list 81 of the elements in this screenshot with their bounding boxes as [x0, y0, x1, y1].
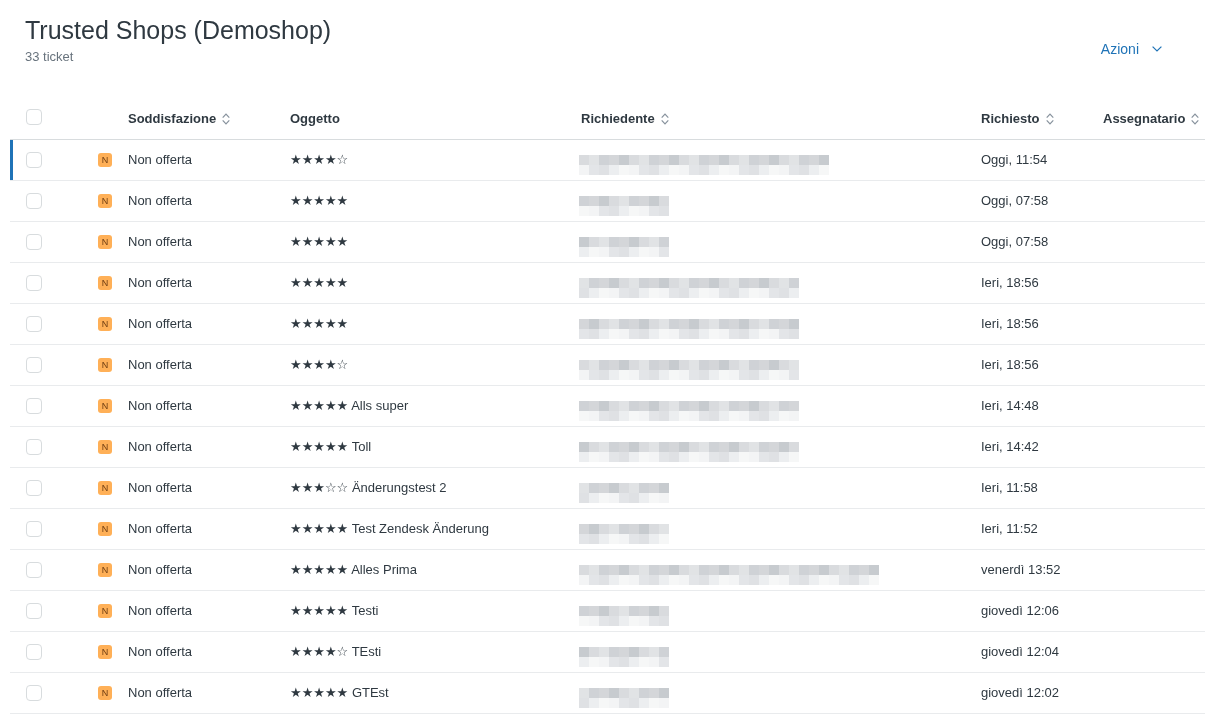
- view-title: Trusted Shops (Demoshop): [25, 15, 332, 46]
- status-badge: N: [98, 563, 112, 577]
- ticket-subject[interactable]: ★★★★★: [290, 275, 349, 290]
- checkbox[interactable]: [26, 316, 42, 332]
- column-header[interactable]: Soddisfazione: [128, 109, 231, 128]
- satisfaction-text: Non offerta: [128, 193, 193, 208]
- ticket-subject[interactable]: ★★★★★: [290, 316, 349, 331]
- satisfaction-text: Non offerta: [128, 521, 193, 536]
- satisfaction-text: Non offerta: [128, 439, 193, 454]
- satisfaction-text: Non offerta: [128, 275, 193, 290]
- requested-time: Ieri, 18:56: [981, 316, 1039, 331]
- satisfaction-text: Non offerta: [128, 562, 193, 577]
- status-badge: N: [98, 317, 112, 331]
- satisfaction-text: Non offerta: [128, 152, 193, 167]
- status-badge: N: [98, 399, 112, 413]
- checkbox[interactable]: [26, 152, 42, 168]
- actions-button[interactable]: Azioni: [1100, 40, 1162, 58]
- status-badge: N: [98, 153, 112, 167]
- checkbox[interactable]: [26, 685, 42, 701]
- ticket-subject[interactable]: ★★★★☆ TEsti: [290, 644, 382, 659]
- ticket-row[interactable]: N Non offerta ★★★★☆ Oggi, 11:54: [10, 140, 1205, 181]
- status-badge: N: [98, 686, 112, 700]
- checkbox[interactable]: [26, 480, 42, 496]
- ticket-subject[interactable]: ★★★★☆: [290, 357, 349, 372]
- ticket-subject[interactable]: ★★★★★ Test Zendesk Änderung: [290, 521, 489, 536]
- status-badge: N: [98, 358, 112, 372]
- satisfaction-text: Non offerta: [128, 357, 193, 372]
- column-header[interactable]: Richiesto: [981, 109, 1054, 128]
- checkbox[interactable]: [26, 398, 42, 414]
- ticket-subject[interactable]: ★★★★☆: [290, 152, 349, 167]
- ticket-subject[interactable]: ★★★★★ Alles Prima: [290, 562, 417, 577]
- ticket-subject[interactable]: ★★★★★ GTEst: [290, 685, 389, 700]
- column-header[interactable]: Assegnatario: [1103, 109, 1200, 128]
- requested-time: Oggi, 11:54: [981, 152, 1048, 167]
- checkbox[interactable]: [26, 562, 42, 578]
- requested-time: Ieri, 18:56: [981, 275, 1039, 290]
- satisfaction-text: Non offerta: [128, 398, 193, 413]
- requested-time: giovedì 12:04: [981, 644, 1060, 659]
- status-badge: N: [98, 522, 112, 536]
- requested-time: giovedì 12:02: [981, 685, 1060, 700]
- satisfaction-text: Non offerta: [128, 603, 193, 618]
- satisfaction-text: Non offerta: [128, 644, 193, 659]
- checkbox[interactable]: [26, 234, 42, 250]
- status-badge: N: [98, 194, 112, 208]
- chevron-down-icon: [1152, 46, 1162, 52]
- requested-time: venerdì 13:52: [981, 562, 1061, 577]
- ticket-subject[interactable]: ★★★★★ Testi: [290, 603, 379, 618]
- requested-time: giovedì 12:06: [981, 603, 1060, 618]
- column-header[interactable]: Richiedente: [581, 109, 669, 128]
- checkbox[interactable]: [26, 108, 42, 125]
- requested-time: Ieri, 14:48: [981, 398, 1039, 413]
- ticket-count: 33 ticket: [25, 48, 74, 66]
- requested-time: Oggi, 07:58: [981, 234, 1049, 249]
- status-badge: N: [98, 276, 112, 290]
- requested-time: Ieri, 11:58: [981, 480, 1038, 495]
- requested-time: Ieri, 14:42: [981, 439, 1039, 454]
- status-badge: N: [98, 604, 112, 618]
- ticket-subject[interactable]: ★★★★★: [290, 234, 349, 249]
- column-header: Oggetto: [290, 109, 340, 128]
- checkbox[interactable]: [26, 603, 42, 619]
- ticket-subject[interactable]: ★★★★★ Alls super: [290, 398, 409, 413]
- status-badge: N: [98, 235, 112, 249]
- requested-time: Ieri, 11:52: [981, 521, 1038, 536]
- ticket-subject[interactable]: ★★★☆☆ Änderungstest 2: [290, 480, 447, 495]
- status-badge: N: [98, 645, 112, 659]
- checkbox[interactable]: [26, 193, 42, 209]
- requested-time: Ieri, 18:56: [981, 357, 1039, 372]
- checkbox[interactable]: [26, 439, 42, 455]
- checkbox[interactable]: [26, 644, 42, 660]
- ticket-subject[interactable]: ★★★★★: [290, 193, 349, 208]
- satisfaction-text: Non offerta: [128, 234, 193, 249]
- checkbox[interactable]: [26, 357, 42, 373]
- satisfaction-text: Non offerta: [128, 316, 193, 331]
- ticket-subject[interactable]: ★★★★★ Toll: [290, 439, 372, 454]
- status-badge: N: [98, 481, 112, 495]
- satisfaction-text: Non offerta: [128, 480, 193, 495]
- checkbox[interactable]: [26, 521, 42, 537]
- requested-time: Oggi, 07:58: [981, 193, 1049, 208]
- checkbox[interactable]: [26, 275, 42, 291]
- status-badge: N: [98, 440, 112, 454]
- satisfaction-text: Non offerta: [128, 685, 193, 700]
